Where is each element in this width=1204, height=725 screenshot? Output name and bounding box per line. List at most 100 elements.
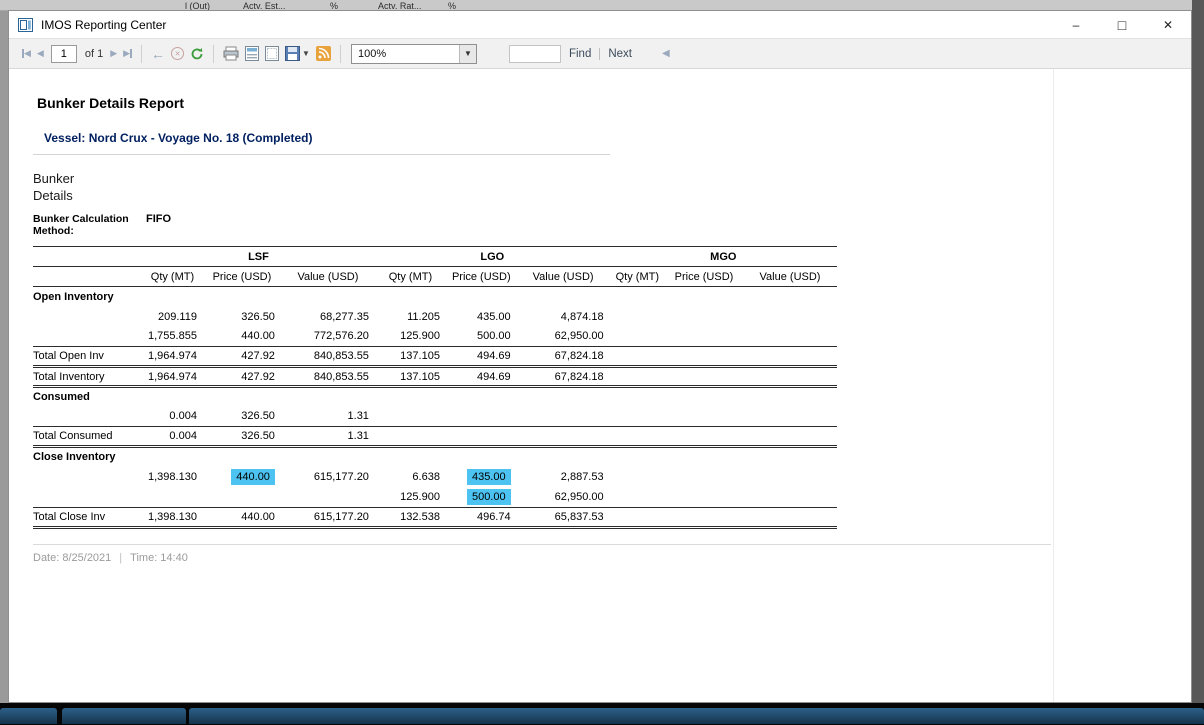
table-cell [281, 387, 375, 407]
table-cell [743, 447, 837, 467]
first-page-bar-icon [22, 49, 24, 58]
printer-icon [223, 46, 239, 61]
table-row: Open Inventory [33, 287, 837, 307]
row-label-cell [33, 467, 142, 487]
table-cell [281, 287, 375, 307]
table-row: Close Inventory [33, 447, 837, 467]
table-cell [610, 367, 665, 387]
stop-icon: ✕ [171, 47, 184, 60]
last-page-bar-icon [130, 49, 132, 58]
page-count-label: of 1 [85, 48, 103, 60]
table-row: 1,755.855440.00772,576.20125.900500.0062… [33, 327, 837, 347]
table-cell [743, 467, 837, 487]
table-cell [743, 327, 837, 347]
table-row: Total Inventory1,964.974427.92840,853.55… [33, 367, 837, 387]
column-header: Value (USD) [517, 267, 610, 287]
table-cell [743, 407, 837, 427]
print-layout-button[interactable] [243, 44, 261, 64]
previous-page-button[interactable]: ◀ [35, 44, 46, 64]
table-row: Total Consumed0.004326.501.31 [33, 427, 837, 447]
column-header: Price (USD) [665, 267, 743, 287]
table-cell [743, 347, 837, 367]
find-next-button[interactable]: Next [608, 48, 632, 60]
table-cell: 125.900 [375, 487, 446, 508]
footer-time: Time: 14:40 [130, 552, 188, 564]
calc-method-label: Bunker Calculation Method: [33, 213, 137, 237]
table-row: Total Close Inv1,398.130440.00615,177.20… [33, 507, 837, 527]
row-label-header [33, 247, 142, 267]
table-cell [743, 487, 837, 508]
table-row: 1,398.130440.00615,177.206.638435.002,88… [33, 467, 837, 487]
table-cell [610, 467, 665, 487]
page-number-input[interactable] [51, 45, 77, 63]
table-cell [665, 507, 743, 527]
report-toolbar: ◀ ◀ of 1 ▶ ▶ ← ✕ [9, 39, 1191, 69]
table-cell: 615,177.20 [281, 507, 375, 527]
table-cell: 494.69 [446, 367, 517, 387]
zoom-select[interactable]: 100% ▼ [351, 44, 477, 64]
table-cell [743, 287, 837, 307]
page-setup-button[interactable] [263, 44, 281, 64]
table-cell: 500.00 [446, 487, 517, 508]
table-cell [610, 427, 665, 447]
table-cell [142, 287, 203, 307]
row-label-cell: Total Open Inv [33, 347, 142, 367]
table-cell [610, 327, 665, 347]
table-cell [203, 487, 281, 508]
table-cell [665, 487, 743, 508]
window-controls: – □ ✕ [1053, 11, 1191, 38]
table-cell: 1.31 [281, 427, 375, 447]
column-group-header: LGO [375, 247, 610, 267]
window-title: IMOS Reporting Center [41, 18, 166, 32]
toolbar-separator [141, 45, 142, 63]
table-cell: 435.00 [446, 467, 517, 487]
print-button[interactable] [221, 44, 241, 64]
table-cell: 1,964.974 [142, 367, 203, 387]
minimize-button[interactable]: – [1053, 11, 1099, 38]
table-cell: 132.538 [375, 507, 446, 527]
table-cell [743, 507, 837, 527]
last-page-button[interactable]: ▶ [121, 44, 134, 64]
stop-button[interactable]: ✕ [169, 44, 186, 64]
table-cell [375, 447, 446, 467]
taskbar-segment [0, 708, 57, 724]
table-cell: 326.50 [203, 427, 281, 447]
refresh-button[interactable] [188, 44, 206, 64]
next-page-button[interactable]: ▶ [108, 44, 119, 64]
column-group-header: LSF [142, 247, 375, 267]
row-label-cell [33, 407, 142, 427]
table-row: Consumed [33, 387, 837, 407]
table-cell [142, 487, 203, 508]
title-bar: IMOS Reporting Center – □ ✕ [9, 11, 1191, 39]
table-cell: 500.00 [446, 327, 517, 347]
table-cell [610, 287, 665, 307]
table-cell: 67,824.18 [517, 367, 610, 387]
close-button[interactable]: ✕ [1145, 11, 1191, 38]
table-cell [446, 407, 517, 427]
report-title: Bunker Details Report [37, 95, 1053, 111]
data-feed-button[interactable] [314, 44, 333, 64]
find-input[interactable] [509, 45, 561, 63]
table-cell: 209.119 [142, 307, 203, 327]
find-button[interactable]: Find [569, 48, 591, 60]
table-cell [281, 487, 375, 508]
report-footer: Date: 8/25/2021|Time: 14:40 [33, 544, 1051, 564]
table-cell [375, 387, 446, 407]
table-cell [142, 447, 203, 467]
section-label-line1: Bunker [33, 170, 1053, 187]
panel-collapse-icon[interactable]: ◀ [662, 48, 670, 59]
table-cell: 125.900 [375, 327, 446, 347]
table-cell [743, 387, 837, 407]
first-page-button[interactable]: ◀ [20, 44, 33, 64]
report-viewer-area: Bunker Details Report Vessel: Nord Crux … [9, 69, 1191, 702]
table-cell: 1,755.855 [142, 327, 203, 347]
table-cell: 65,837.53 [517, 507, 610, 527]
table-cell [375, 287, 446, 307]
bg-taskbar [0, 703, 1204, 725]
table-cell [610, 447, 665, 467]
maximize-button[interactable]: □ [1099, 11, 1145, 38]
back-button[interactable]: ← [149, 44, 167, 64]
table-cell [665, 327, 743, 347]
taskbar-segment [189, 708, 1204, 724]
export-button[interactable]: ▼ [283, 44, 312, 64]
